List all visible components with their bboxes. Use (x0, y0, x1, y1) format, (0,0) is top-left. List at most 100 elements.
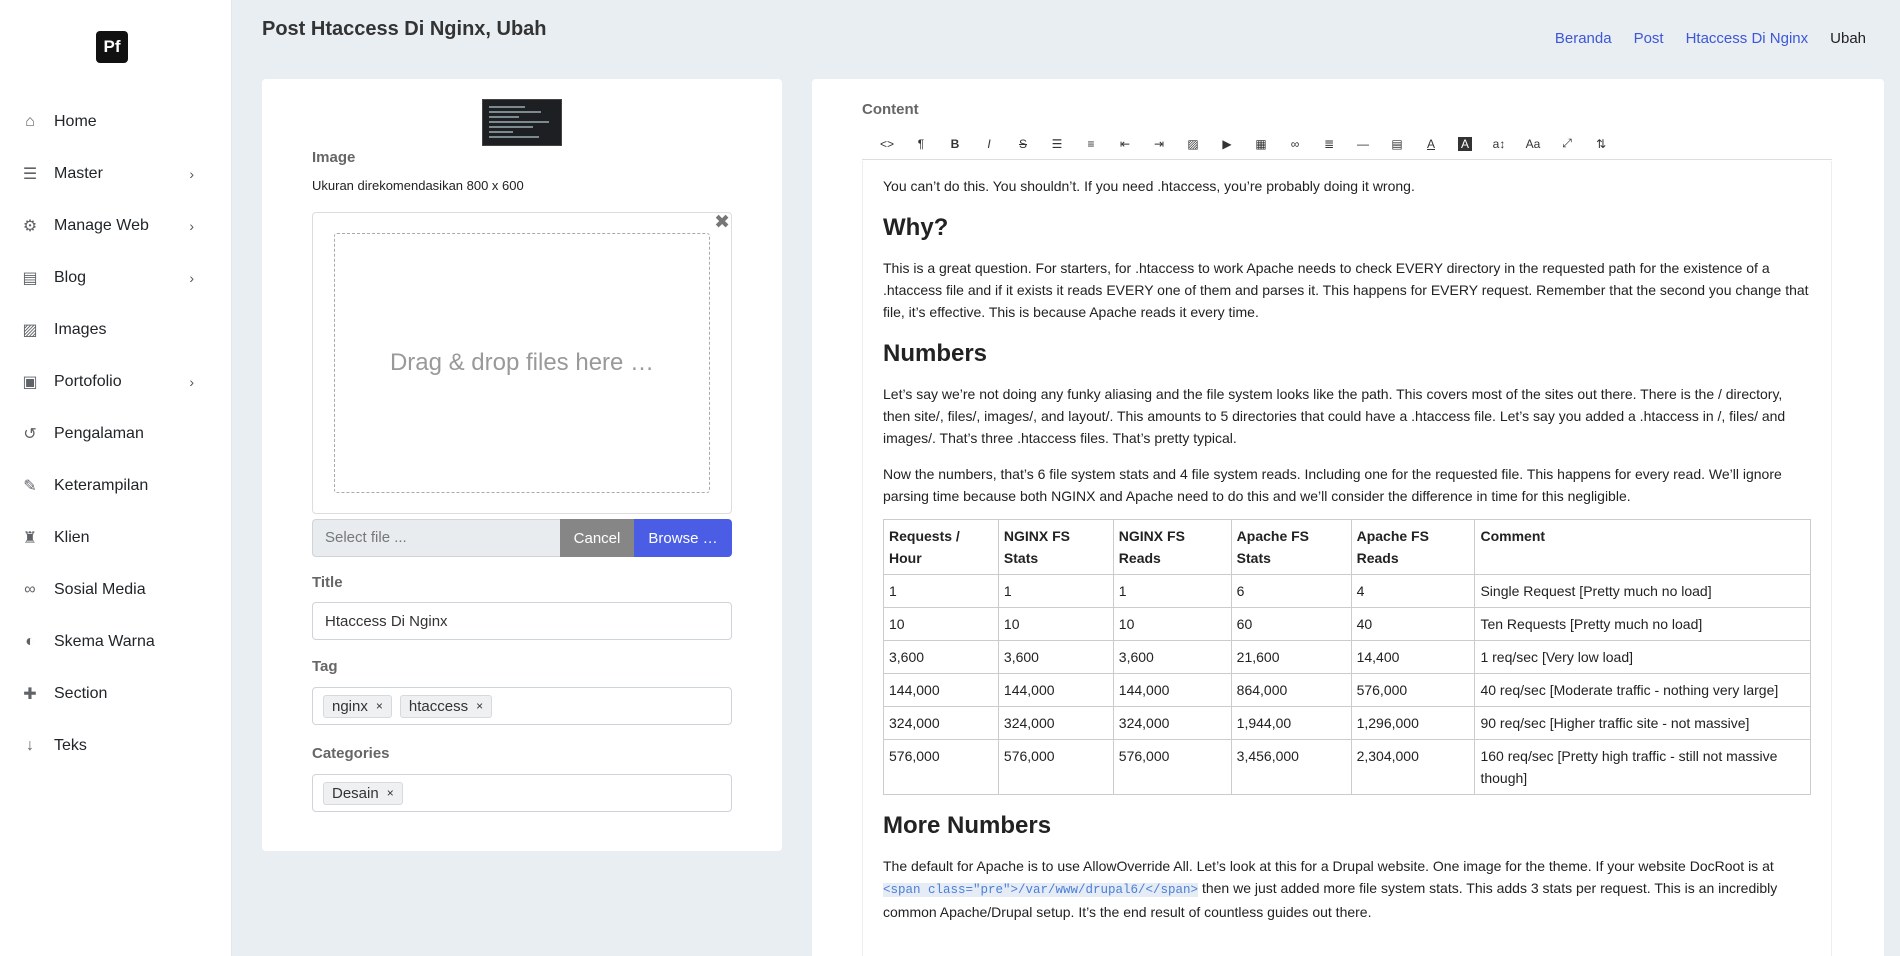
horizontal-rule-icon[interactable]: — (1346, 129, 1380, 159)
sidebar-item-skema-warna[interactable]: ◐ Skema Warna (0, 616, 232, 668)
content-editor-card: Content <> ¶ B I S ☰ ≡ ⇤ ⇥ ▨ ▶ ▦ ∞ ≣ — ▤ A Aa↕ Aa ⤢ ⇅ You ca… (812, 79, 1884, 956)
file-dropzone[interactable]: ✖ Drag & drop files here … (312, 212, 732, 514)
image-icon[interactable]: ▨ (1176, 129, 1210, 159)
tag-label: Tag (312, 658, 338, 675)
table-cell: 324,000 (997, 706, 1114, 740)
font-color-icon[interactable]: A (1414, 129, 1448, 159)
align-icon[interactable]: ≣ (1312, 129, 1346, 159)
font-size-icon[interactable]: a↕ (1482, 129, 1516, 159)
close-icon[interactable]: ✖ (714, 211, 730, 234)
puzzle-icon: ✚ (23, 686, 37, 703)
file-input-group: Select file ... Cancel Browse … (312, 519, 732, 557)
editor-toolbar: <> ¶ B I S ☰ ≡ ⇤ ⇥ ▨ ▶ ▦ ∞ ≣ — ▤ A Aa↕ Aa ⤢ ⇅ (862, 128, 1832, 160)
indent-icon[interactable]: ⇥ (1142, 129, 1176, 159)
table-cell: 3,600 (883, 640, 999, 674)
table-header-cell: Requests / Hour (883, 519, 999, 575)
title-label: Title (312, 574, 343, 591)
database-icon: ☰ (22, 166, 38, 183)
content-paragraph: Now the numbers, that’s 6 file system st… (883, 466, 1782, 504)
table-row: 10 10 10 60 40 Ten Requests [Pretty much no l… (883, 607, 1811, 641)
table-cell: 1,296,000 (1350, 706, 1476, 740)
chip-remove-icon[interactable]: × (376, 699, 383, 713)
breadcrumb-beranda[interactable]: Beranda (1555, 30, 1612, 47)
sidebar-item-label: Skema Warna (54, 633, 155, 650)
table-body: 1 1 1 6 4 Single Request [Pretty much no load… (883, 574, 1811, 795)
table-cell: 324,000 (883, 706, 999, 740)
table-cell: 576,000 (1350, 673, 1476, 707)
sidebar-item-master[interactable]: ☰ Master › (0, 148, 232, 200)
sidebar-item-pengalaman[interactable]: ↺ Pengalaman (0, 408, 232, 460)
paragraph-text: The default for Apache is to use AllowOv… (883, 858, 1774, 874)
select-file-field[interactable]: Select file ... (312, 519, 560, 557)
clear-format-icon[interactable]: ⇅ (1584, 129, 1618, 159)
tools-icon: ✎ (23, 478, 37, 495)
table-cell: 21,600 (1230, 640, 1352, 674)
chip-remove-icon[interactable]: × (476, 699, 483, 713)
format-block-icon[interactable]: ▤ (1380, 129, 1414, 159)
table-cell: 2,304,000 (1350, 739, 1476, 795)
dropzone-text[interactable]: Drag & drop files here … (334, 233, 710, 493)
sidebar-item-keterampilan[interactable]: ✎ Keterampilan (0, 460, 232, 512)
sidebar-item-label: Teks (54, 737, 87, 754)
table-cell: 324,000 (1112, 706, 1232, 740)
content-paragraph: Let’s say we’re not doing any funky alia… (883, 386, 1786, 446)
tag-input[interactable]: nginx × htaccess × (312, 687, 732, 725)
table-cell: 576,000 (1112, 739, 1232, 795)
breadcrumb-post[interactable]: Post (1634, 30, 1664, 47)
bold-icon[interactable]: B (938, 129, 972, 159)
rich-text-editor[interactable]: You can’t do this. You shouldn’t. If you… (862, 161, 1832, 956)
strikethrough-icon[interactable]: S (1006, 129, 1040, 159)
italic-icon[interactable]: I (972, 129, 1006, 159)
table-cell: 1,944,00 (1230, 706, 1352, 740)
sidebar-item-label: Manage Web (54, 217, 149, 234)
link-icon[interactable]: ∞ (1278, 129, 1312, 159)
sidebar-item-images[interactable]: ▨ Images (0, 304, 232, 356)
table-icon[interactable]: ▦ (1244, 129, 1278, 159)
cancel-button[interactable]: Cancel (560, 519, 634, 557)
sidebar-item-home[interactable]: ⌂ Home (0, 96, 232, 148)
sidebar-item-label: Section (54, 685, 108, 702)
font-family-icon[interactable]: Aa (1516, 129, 1550, 159)
unordered-list-icon[interactable]: ☰ (1040, 129, 1074, 159)
table-cell: 6 (1230, 574, 1352, 608)
sidebar-item-section[interactable]: ✚ Section (0, 668, 232, 720)
browse-button[interactable]: Browse … (634, 519, 732, 557)
categories-input[interactable]: Desain × (312, 774, 732, 812)
newspaper-icon: ▤ (22, 270, 38, 287)
outdent-icon[interactable]: ⇤ (1108, 129, 1142, 159)
sidebar-item-klien[interactable]: ♜ Klien (0, 512, 232, 564)
title-input[interactable]: Htaccess Di Nginx (312, 602, 732, 640)
table-cell: Single Request [Pretty much no load] (1474, 574, 1811, 608)
sidebar-item-label: Klien (54, 529, 90, 546)
sidebar-item-sosial-media[interactable]: ∞ Sosial Media (0, 564, 232, 616)
sidebar-item-label: Master (54, 165, 103, 182)
paragraph-icon[interactable]: ¶ (904, 129, 938, 159)
fullscreen-icon[interactable]: ⤢ (1550, 129, 1584, 159)
table-cell: Ten Requests [Pretty much no load] (1474, 607, 1811, 641)
background-color-icon[interactable]: A (1458, 136, 1472, 151)
sidebar-item-blog[interactable]: ▤ Blog › (0, 252, 232, 304)
table-cell: 10 (997, 607, 1114, 641)
table-cell: 14,400 (1350, 640, 1476, 674)
app-logo[interactable]: Pf (96, 31, 128, 63)
table-cell: 3,600 (997, 640, 1114, 674)
table-cell: 3,600 (1112, 640, 1232, 674)
content-paragraph: This is a great question. For starters, … (883, 260, 1809, 320)
sidebar-item-manage-web[interactable]: ⚙ Manage Web › (0, 200, 232, 252)
category-chip-label: Desain (332, 784, 379, 802)
image-icon: ▨ (22, 322, 38, 339)
tag-chip: nginx × (323, 694, 392, 718)
table-cell: 10 (1112, 607, 1232, 641)
code-view-icon[interactable]: <> (870, 129, 904, 159)
content-heading: Why? (883, 214, 949, 241)
sidebar-item-teks[interactable]: ↓ Teks (0, 720, 232, 772)
table-row: 324,000 324,000 324,000 1,944,00 1,296,000 90… (883, 706, 1811, 740)
sidebar-item-portofolio[interactable]: ▣ Portofolio › (0, 356, 232, 408)
chip-remove-icon[interactable]: × (387, 786, 394, 800)
inline-code: <span class="pre">/var/www/drupal6/</spa… (883, 883, 1199, 897)
sidebar-item-label: Blog (54, 269, 87, 286)
video-icon[interactable]: ▶ (1210, 129, 1244, 159)
ordered-list-icon[interactable]: ≡ (1074, 129, 1108, 159)
breadcrumb-htaccess-di-nginx[interactable]: Htaccess Di Nginx (1686, 30, 1809, 47)
table-header-cell: NGINX FS Reads (1112, 519, 1232, 575)
